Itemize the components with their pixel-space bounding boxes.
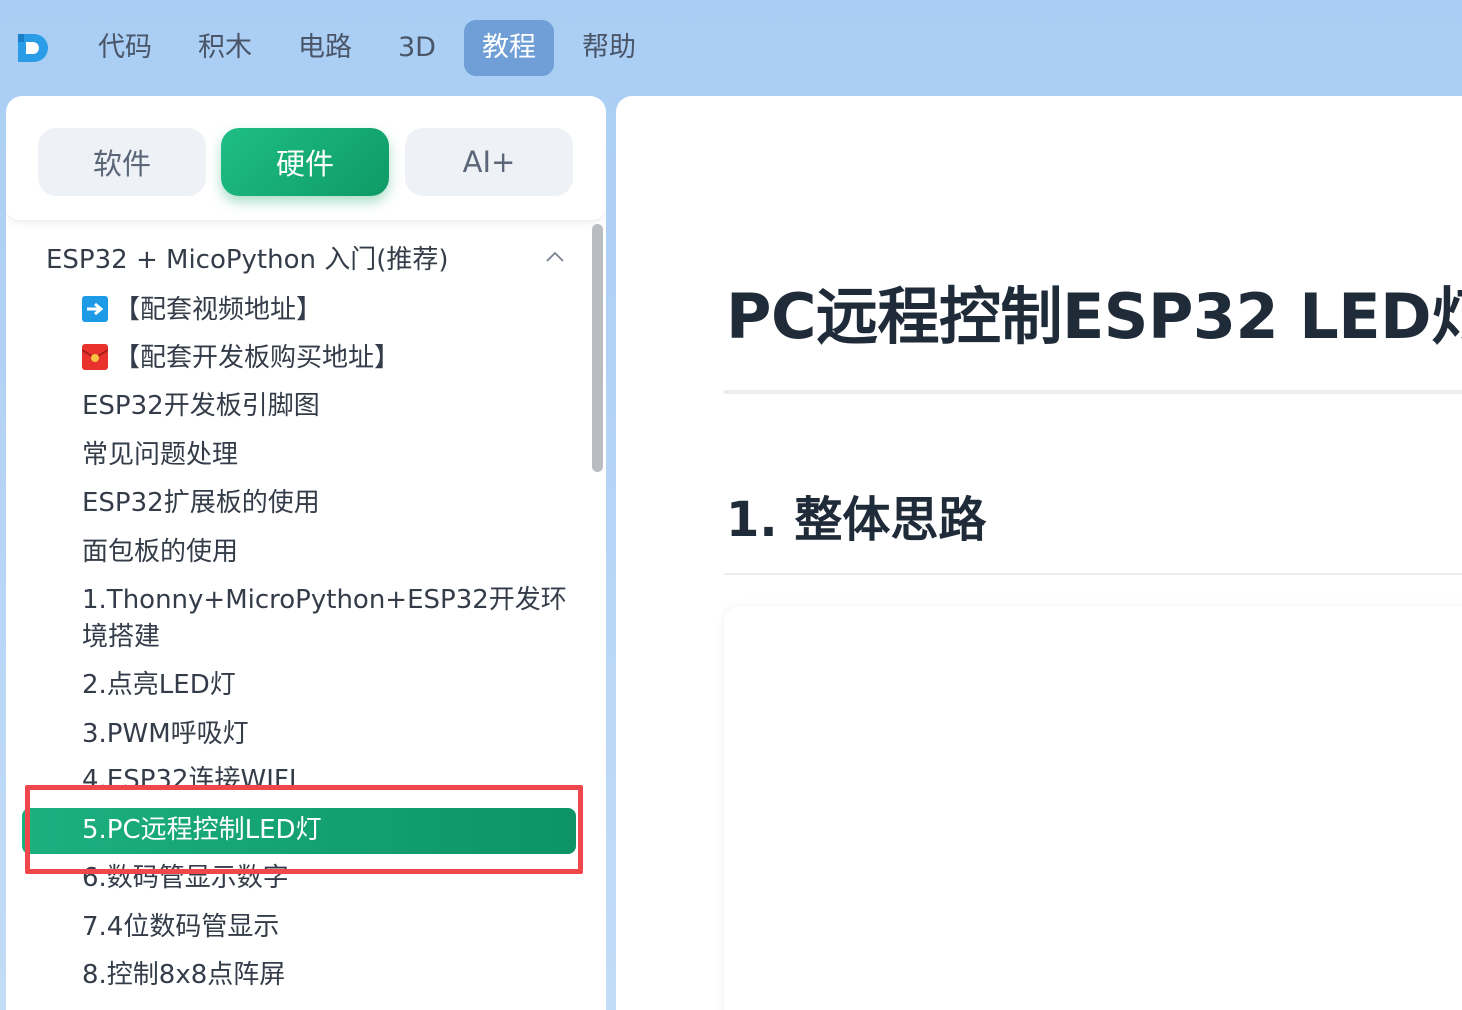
list-item[interactable]: 6.数码管显示数字	[82, 860, 289, 896]
list-item[interactable]: 常见问题处理	[82, 437, 238, 473]
main-nav: 代码 积木 电路 3D 教程 帮助	[80, 20, 664, 76]
list-item-active-label: 5.PC远程控制LED灯	[82, 815, 322, 845]
list-item[interactable]: 1.Thonny+MicroPython+ESP32开发环	[82, 582, 567, 618]
tutorial-content: PC远程控制ESP32 LED灯 1. 整体思路	[616, 96, 1462, 1010]
section-heading: 1. 整体思路	[726, 492, 987, 548]
nav-tutorial[interactable]: 教程	[463, 20, 554, 76]
top-bar: 代码 积木 电路 3D 教程 帮助	[0, 0, 1462, 96]
list-item[interactable]: 2.点亮LED灯	[82, 667, 236, 703]
section-header[interactable]: ESP32 + MicoPython 入门(推荐)	[46, 236, 566, 278]
list-item-video-link[interactable]: 【配套视频地址】	[82, 292, 322, 328]
list-item[interactable]: 4.ESP32连接WIFI	[82, 762, 297, 798]
list-item[interactable]: 7.4位数码管显示	[82, 909, 279, 945]
page-title: PC远程控制ESP32 LED灯	[726, 280, 1462, 353]
section-title: ESP32 + MicoPython 入门(推荐)	[46, 244, 449, 275]
nav-code[interactable]: 代码	[80, 20, 170, 76]
segment-hardware-button[interactable]: 硬件	[221, 128, 389, 196]
arrow-right-icon	[82, 296, 108, 322]
list-item-label: 【配套视频地址】	[114, 295, 323, 325]
list-item-buy-link[interactable]: 【配套开发板购买地址】	[82, 340, 400, 376]
nav-circuit[interactable]: 电路	[280, 20, 370, 76]
list-item-label: 【配套开发板购买地址】	[114, 343, 401, 373]
segment-ai-button[interactable]: AI+	[405, 128, 573, 196]
list-item[interactable]: 8.控制8x8点阵屏	[82, 957, 285, 993]
nav-3d[interactable]: 3D	[380, 20, 454, 76]
divider	[724, 390, 1462, 394]
list-item[interactable]: 3.PWM呼吸灯	[82, 716, 249, 752]
category-segment-bar: 软件 硬件 AI+	[6, 96, 606, 222]
app-logo-icon[interactable]	[14, 28, 54, 68]
list-item[interactable]: ESP32开发板引脚图	[82, 388, 320, 424]
tutorial-sidebar: 软件 硬件 AI+ ESP32 + MicoPython 入门(推荐) 【配套视…	[6, 96, 606, 1010]
list-item-wrap[interactable]: 境搭建	[82, 619, 160, 655]
list-item[interactable]: ESP32扩展板的使用	[82, 485, 320, 521]
nav-blocks[interactable]: 积木	[180, 20, 270, 76]
content-card	[724, 606, 1462, 1010]
sidebar-scrollbar[interactable]	[592, 224, 603, 472]
red-envelope-icon	[82, 344, 108, 370]
list-item[interactable]: 面包板的使用	[82, 534, 238, 570]
divider	[724, 573, 1462, 575]
segment-software-button[interactable]: 软件	[38, 128, 206, 196]
chevron-up-icon	[546, 251, 564, 262]
nav-help[interactable]: 帮助	[564, 20, 654, 76]
